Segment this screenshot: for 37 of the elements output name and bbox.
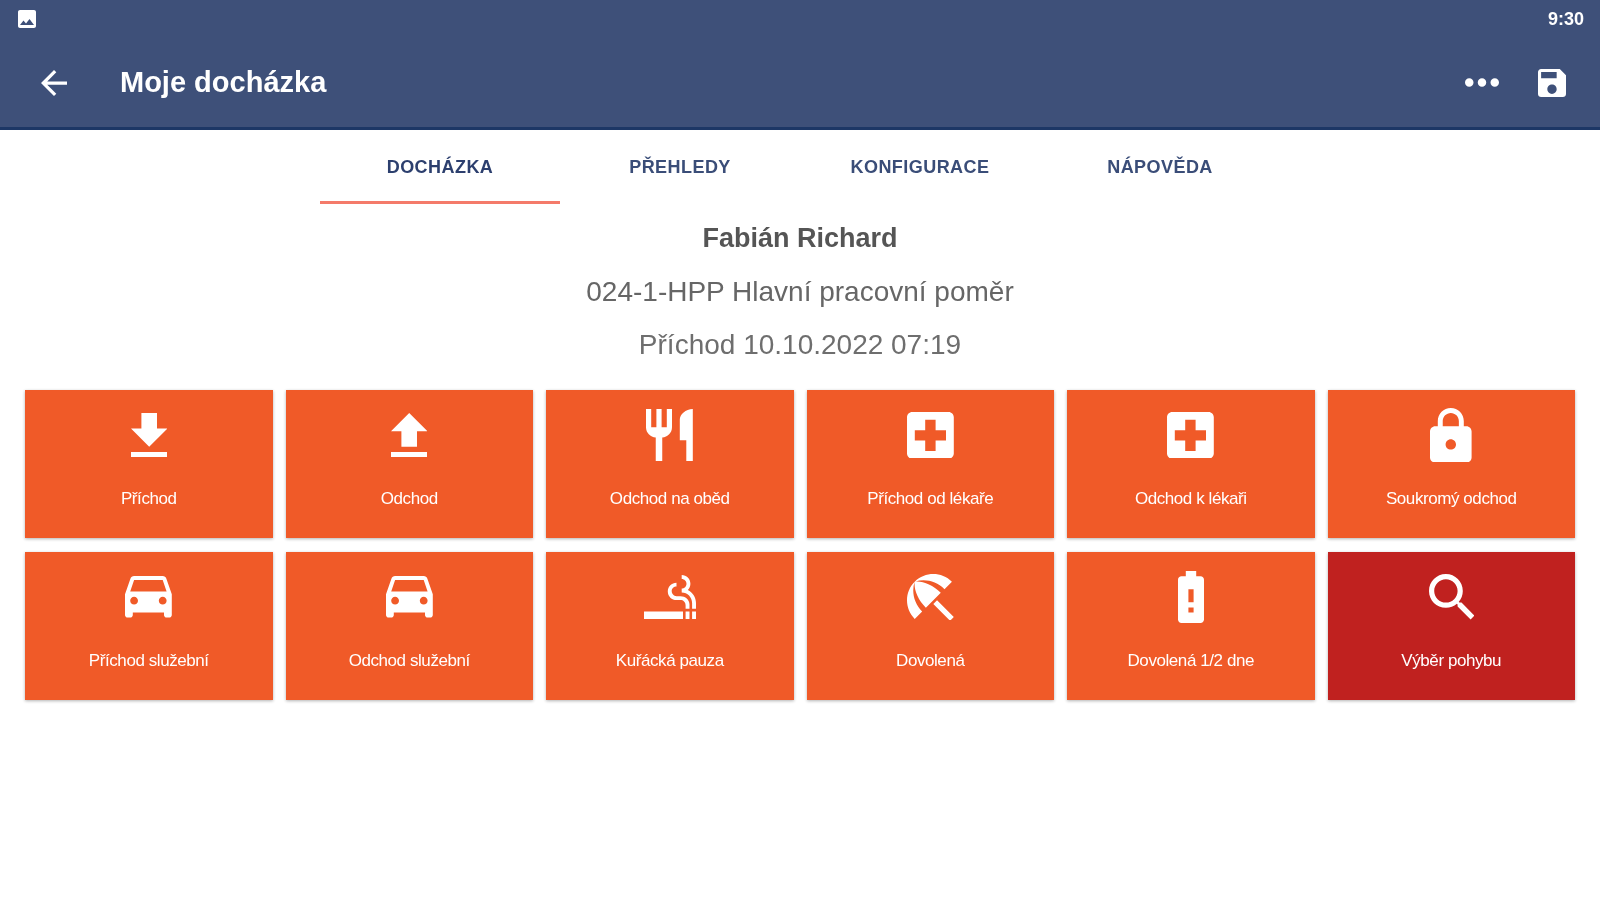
tab[interactable]: DOCHÁZKA — [320, 130, 560, 204]
download-arrow-icon — [130, 412, 167, 458]
umbrella-icon — [906, 573, 954, 621]
image-icon — [18, 10, 36, 28]
tab[interactable]: NÁPOVĚDA — [1040, 130, 1280, 204]
cigarette-icon — [643, 574, 696, 620]
employee-name: Fabián Richard — [702, 222, 898, 255]
medical-cross-icon — [906, 411, 954, 459]
save-icon — [1538, 68, 1566, 97]
action-tile[interactable]: Odchod — [285, 390, 533, 538]
medical-cross-icon — [1167, 411, 1215, 459]
action-tile[interactable]: Příchod služební — [25, 552, 273, 700]
action-tile[interactable]: Výběr pohybu — [1327, 552, 1575, 700]
lock-icon — [1430, 407, 1473, 463]
car-icon — [125, 576, 173, 618]
battery-alert-icon — [1177, 571, 1204, 623]
search-icon — [1428, 574, 1474, 620]
action-tile[interactable]: Odchod na oběd — [546, 390, 794, 538]
tab[interactable]: PŘEHLEDY — [560, 130, 800, 204]
last-event-text: Příchod 10.10.2022 07:19 — [638, 328, 962, 362]
action-tile[interactable]: Dovolená — [806, 552, 1054, 700]
upload-arrow-icon — [391, 412, 428, 458]
status-time: 9:30 — [1547, 7, 1584, 31]
tab[interactable]: KONFIGURACE — [800, 130, 1040, 204]
back-arrow-icon — [41, 69, 67, 96]
action-tile[interactable]: Odchod služební — [285, 552, 533, 700]
app-title: Moje docházka — [120, 64, 327, 100]
action-tile[interactable]: Soukromý odchod — [1327, 390, 1575, 538]
action-tile[interactable]: Příchod — [25, 390, 273, 538]
car-icon — [385, 576, 433, 618]
action-tile[interactable]: Odchod k lékaři — [1067, 390, 1315, 538]
action-tile[interactable]: Dovolená 1/2 dne — [1067, 552, 1315, 700]
action-tile[interactable]: Příchod od lékaře — [806, 390, 1054, 538]
more-icon — [1465, 78, 1499, 87]
contract-text: 024-1-HPP Hlavní pracovní poměr — [586, 275, 1014, 309]
action-tile[interactable]: Kuřácká pauza — [546, 552, 794, 700]
fork-knife-icon — [646, 409, 694, 461]
